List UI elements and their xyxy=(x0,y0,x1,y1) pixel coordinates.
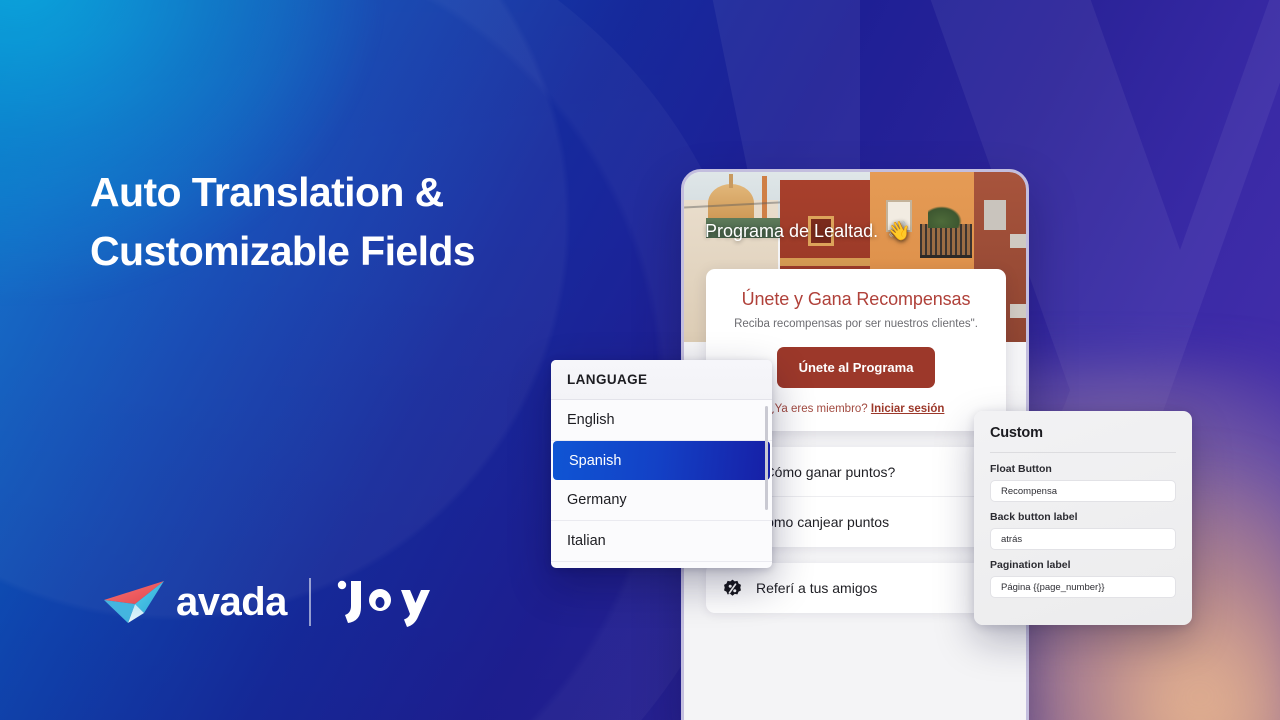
referral-card: Referí a tus amigos › xyxy=(706,563,1004,613)
avada-wordmark: avada xyxy=(176,580,287,624)
list-item-label: Referí a tus amigos xyxy=(756,580,878,596)
join-card-subtitle: Reciba recompensas por ser nuestros clie… xyxy=(734,318,978,330)
pagination-label-input[interactable]: Página {{page_number}} xyxy=(990,576,1176,598)
member-question: ¿Ya eres miembro? xyxy=(767,403,868,415)
field-label: Pagination label xyxy=(990,559,1071,571)
list-item-label: Cómo canjear puntos xyxy=(756,514,890,530)
hero-title: Programa de Lealtad. 👋 xyxy=(705,219,911,243)
headline-line-2: Customizable Fields xyxy=(90,228,476,275)
field-group-back-button: Back button label atrás xyxy=(990,511,1176,550)
brand-lockup: avada xyxy=(102,577,441,627)
language-option-italian[interactable]: Italian xyxy=(551,521,772,562)
field-group-float-button: Float Button Recompensa xyxy=(990,463,1176,502)
field-label: Float Button xyxy=(990,463,1052,475)
list-item-label: ¿Cómo ganar puntos? xyxy=(756,463,896,480)
language-option-germany[interactable]: Germany xyxy=(551,480,772,521)
hero-title-text: Programa de Lealtad. xyxy=(705,220,879,241)
waving-hand-icon: 👋 xyxy=(887,221,911,242)
paper-plane-icon xyxy=(102,579,170,625)
float-button-input[interactable]: Recompensa xyxy=(990,480,1176,502)
headline-line-1: Auto Translation & xyxy=(90,169,444,215)
join-card-title: Únete y Gana Recompensas xyxy=(741,289,971,309)
field-label: Back button label xyxy=(990,511,1078,523)
language-dropdown[interactable]: LANGUAGE English Spanish Germany Italian xyxy=(551,360,772,568)
brand-divider xyxy=(308,578,311,626)
language-option-list: English Spanish Germany Italian xyxy=(551,400,772,562)
back-button-label-input[interactable]: atrás xyxy=(990,528,1176,550)
join-program-button[interactable]: Únete al Programa xyxy=(776,347,936,388)
custom-panel-divider xyxy=(990,452,1176,453)
custom-fields-panel: Custom Float Button Recompensa Back butt… xyxy=(974,411,1192,625)
list-item[interactable]: Referí a tus amigos › xyxy=(706,563,1004,613)
language-dropdown-header: LANGUAGE xyxy=(551,360,772,400)
promo-banner: Auto Translation & Customizable Fields a… xyxy=(0,0,1280,720)
custom-panel-title: Custom xyxy=(990,425,1043,441)
page-title: Auto Translation & Customizable Fields xyxy=(90,163,670,281)
language-option-spanish[interactable]: Spanish xyxy=(553,441,770,480)
language-option-english[interactable]: English xyxy=(551,400,772,441)
discount-badge-icon xyxy=(723,579,742,598)
dropdown-scrollbar[interactable] xyxy=(765,406,768,510)
field-group-pagination: Pagination label Página {{page_number}} xyxy=(990,559,1176,598)
login-link[interactable]: Iniciar sesión xyxy=(871,403,945,415)
joy-wordmark-icon xyxy=(333,577,441,627)
